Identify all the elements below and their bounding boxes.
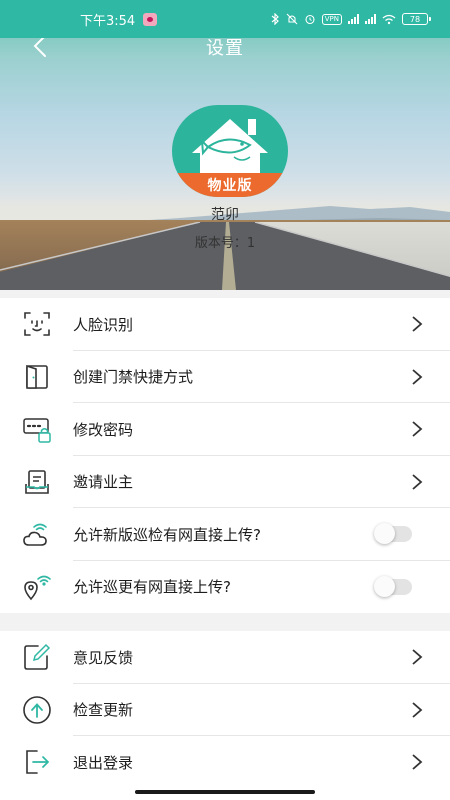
face-recognition-label: 人脸识别: [73, 315, 134, 334]
home-indicator[interactable]: [135, 790, 315, 794]
wifi-icon: [382, 14, 396, 24]
invite-owner-label: 邀请业主: [73, 473, 134, 492]
face-recognition-item[interactable]: 人脸识别: [0, 298, 450, 351]
signal-2-icon: [365, 14, 376, 24]
cloud-wifi-icon: [22, 519, 52, 549]
face-scan-icon: [22, 309, 52, 339]
chevron-right-icon: [412, 316, 423, 332]
status-bar: 下午3:54 VPN 78: [0, 0, 450, 38]
mute-icon: [286, 13, 298, 25]
password-lock-icon: [22, 414, 52, 444]
change-password-item[interactable]: 修改密码: [0, 403, 450, 456]
username: 范卯: [211, 207, 239, 223]
feedback-item[interactable]: 意见反馈: [0, 631, 450, 684]
status-icons: VPN 78: [270, 13, 431, 25]
patrol-upload-item: 允许巡更有网直接上传?: [0, 561, 450, 614]
logout-item[interactable]: 退出登录: [0, 736, 450, 789]
create-door-shortcut-item[interactable]: 创建门禁快捷方式: [0, 351, 450, 403]
notification-app-icon: [143, 12, 158, 26]
logout-icon: [22, 747, 52, 777]
patrol-upload-label: 允许巡更有网直接上传?: [73, 578, 231, 597]
toggle-knob: [374, 575, 395, 597]
settings-list: 人脸识别 创建门禁快捷方式 修改密码 邀请业主 允许新版巡检有网直接上传? 允许…: [0, 298, 450, 613]
logo-text: 物业版: [207, 178, 253, 194]
inspection-upload-toggle[interactable]: [374, 523, 412, 545]
chevron-right-icon: [412, 474, 423, 490]
upload-arrow-icon: [22, 695, 52, 725]
app-logo: 物业版: [172, 105, 288, 197]
feedback-edit-icon: [22, 642, 52, 672]
section-divider: [0, 290, 450, 298]
chevron-right-icon: [412, 369, 423, 385]
chevron-right-icon: [412, 421, 423, 437]
invite-icon: [22, 467, 52, 497]
settings-list-secondary: 意见反馈 检查更新 退出登录: [0, 631, 450, 789]
profile-header: 设置 物业版 范卯 版本号：1: [0, 0, 450, 290]
create-door-shortcut-label: 创建门禁快捷方式: [73, 368, 194, 387]
version-label: 版本号：1: [194, 236, 256, 251]
check-update-label: 检查更新: [73, 701, 134, 720]
logout-label: 退出登录: [73, 753, 134, 772]
bluetooth-icon: [271, 13, 279, 25]
chevron-right-icon: [412, 754, 423, 770]
patrol-upload-toggle[interactable]: [374, 575, 412, 597]
chevron-right-icon: [412, 649, 423, 665]
signal-icon: [348, 14, 359, 24]
check-update-item[interactable]: 检查更新: [0, 684, 450, 736]
door-icon: [22, 362, 52, 392]
section-divider: [0, 613, 450, 631]
house-fish-logo-icon: [192, 119, 268, 173]
logo-band: 物业版: [172, 173, 288, 197]
status-time: 下午3:54: [80, 13, 136, 29]
toggle-knob: [374, 523, 395, 545]
inspection-upload-label: 允许新版巡检有网直接上传?: [73, 525, 261, 544]
feedback-label: 意见反馈: [73, 648, 134, 667]
alarm-icon: [305, 14, 315, 25]
location-wifi-icon: [22, 572, 52, 602]
chevron-right-icon: [412, 702, 423, 718]
invite-owner-item[interactable]: 邀请业主: [0, 456, 450, 508]
vpn-icon: VPN: [321, 13, 342, 25]
battery-icon: 78: [402, 13, 431, 25]
change-password-label: 修改密码: [73, 420, 134, 439]
inspection-upload-item: 允许新版巡检有网直接上传?: [0, 508, 450, 561]
